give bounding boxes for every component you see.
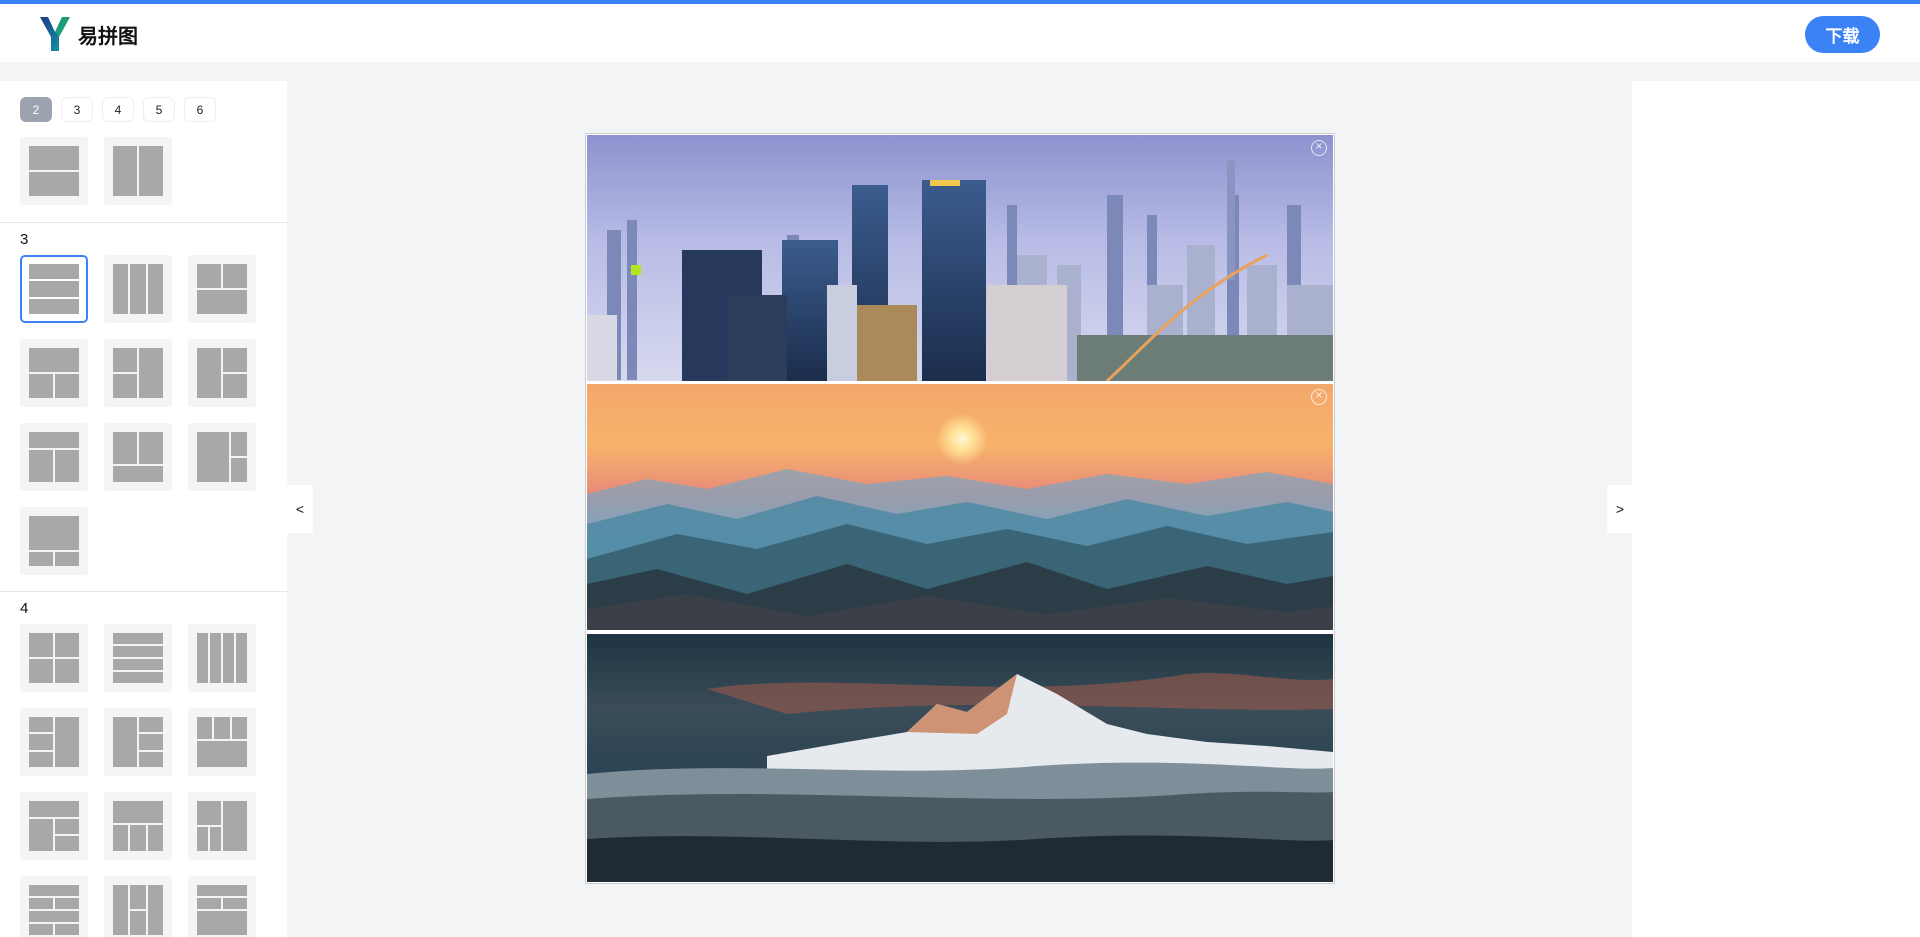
layout-3-columns-icon: [113, 264, 163, 314]
layout-4-columns[interactable]: [188, 624, 256, 692]
layout-4-grid-icon: [29, 633, 79, 683]
image-count-tabs: 2 3 4 5 6: [20, 97, 216, 122]
close-icon: ×: [1314, 141, 1324, 152]
layout-4-left-stack[interactable]: [20, 708, 88, 776]
layout-sidebar: 2 3 4 5 6 3 4: [0, 81, 287, 937]
y-logo-icon: [40, 17, 70, 51]
right-panel: [1632, 81, 1920, 937]
remove-photo-2-button[interactable]: ×: [1311, 389, 1327, 405]
layout-4-rows[interactable]: [104, 624, 172, 692]
layout-4-left-stack-icon: [29, 717, 79, 767]
collage-canvas: × ×: [585, 133, 1335, 884]
count-tab-4[interactable]: 4: [102, 97, 134, 122]
section-divider: [0, 591, 287, 592]
close-icon: ×: [1314, 390, 1324, 401]
layout-3-right-split[interactable]: [188, 339, 256, 407]
layout-2-vertical-icon: [113, 146, 163, 196]
snow-peak-photo: [587, 634, 1333, 882]
layout-3-rows[interactable]: [20, 255, 88, 323]
download-button[interactable]: 下载: [1805, 16, 1880, 53]
count-tab-2[interactable]: 2: [20, 97, 52, 122]
layout-3-big-top-icon: [29, 516, 79, 566]
layout-4-bottom-three-icon: [113, 801, 163, 851]
layout-3-wide-left[interactable]: [188, 423, 256, 491]
count-tab-5[interactable]: 5: [143, 97, 175, 122]
layout-4-brick-icon: [29, 885, 79, 935]
layout-3-left-split[interactable]: [104, 339, 172, 407]
layout-4-banded[interactable]: [188, 876, 256, 937]
collage-cell-2[interactable]: ×: [587, 384, 1333, 630]
layout-2-vertical[interactable]: [104, 137, 172, 205]
layout-4-top-wide[interactable]: [20, 792, 88, 860]
count-tab-3[interactable]: 3: [61, 97, 93, 122]
layout-4-rows-icon: [113, 633, 163, 683]
layout-3-rows-icon: [29, 264, 79, 314]
layout-4-center-tall-icon: [113, 885, 163, 935]
brand-name: 易拼图: [78, 23, 138, 48]
collage-cell-1[interactable]: ×: [587, 135, 1333, 381]
app-header: 易拼图 下载: [0, 4, 1920, 62]
prev-arrow-button[interactable]: <: [287, 485, 313, 533]
layout-3-top-split-icon: [197, 264, 247, 314]
section-title-3: 3: [20, 231, 29, 248]
layout-2-horizontal-icon: [29, 146, 79, 196]
sunrise-mountains-photo: [587, 384, 1333, 630]
collage-cell-3[interactable]: [587, 634, 1333, 882]
layout-4-banded-icon: [197, 885, 247, 935]
layout-3-bottom-split-icon: [29, 348, 79, 398]
layout-4-top-wide-icon: [29, 801, 79, 851]
layout-3-wide-bottom[interactable]: [104, 423, 172, 491]
layout-3-columns[interactable]: [104, 255, 172, 323]
layout-4-mixed[interactable]: [188, 792, 256, 860]
layout-3-bottom-split[interactable]: [20, 339, 88, 407]
city-skyline-photo: [587, 135, 1333, 381]
layout-3-wide-top[interactable]: [20, 423, 88, 491]
layout-4-mixed-icon: [197, 801, 247, 851]
count-tab-6[interactable]: 6: [184, 97, 216, 122]
layout-3-right-split-icon: [197, 348, 247, 398]
layout-4-grid[interactable]: [20, 624, 88, 692]
logo[interactable]: 易拼图: [38, 15, 138, 53]
layout-4-bottom-three[interactable]: [104, 792, 172, 860]
section-title-4: 4: [20, 600, 29, 617]
layout-4-center-tall[interactable]: [104, 876, 172, 937]
layout-3-wide-top-icon: [29, 432, 79, 482]
layout-4-right-stack[interactable]: [104, 708, 172, 776]
layout-3-left-split-icon: [113, 348, 163, 398]
layout-3-top-split[interactable]: [188, 255, 256, 323]
layout-4-brick[interactable]: [20, 876, 88, 937]
layout-4-top-three[interactable]: [188, 708, 256, 776]
remove-photo-1-button[interactable]: ×: [1311, 140, 1327, 156]
layout-2-horizontal[interactable]: [20, 137, 88, 205]
layout-3-wide-left-icon: [197, 432, 247, 482]
section-divider: [0, 222, 287, 223]
layout-3-big-top[interactable]: [20, 507, 88, 575]
layout-4-right-stack-icon: [113, 717, 163, 767]
next-arrow-button[interactable]: >: [1607, 485, 1633, 533]
layout-4-top-three-icon: [197, 717, 247, 767]
layout-3-wide-bottom-icon: [113, 432, 163, 482]
layout-4-columns-icon: [197, 633, 247, 683]
